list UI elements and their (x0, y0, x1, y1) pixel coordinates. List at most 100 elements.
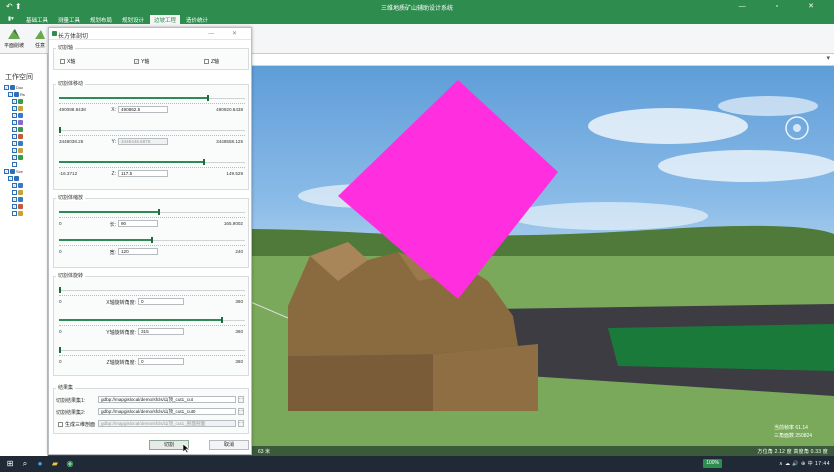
ribbon-tab-2[interactable]: 测量工具 (54, 15, 84, 24)
layer-icon (18, 155, 23, 160)
slider[interactable] (59, 209, 245, 215)
dialog-title-bar[interactable]: 长方体剖切 — ✕ (49, 28, 251, 40)
slider-max: 490920.8438 (216, 107, 243, 112)
tree-checkbox[interactable] (12, 134, 17, 139)
browser-icon[interactable]: ● (35, 459, 45, 469)
tree-row[interactable] (4, 203, 25, 210)
tree-row[interactable] (4, 105, 25, 112)
slider-value-input[interactable]: 0 (138, 358, 184, 365)
tree-row[interactable] (4, 154, 25, 161)
tree-checkbox[interactable] (12, 113, 17, 118)
profile-checkbox[interactable] (58, 422, 63, 427)
ribbon-tab-0[interactable]: ▮▾ (4, 15, 18, 24)
slider-value-input: 3448446.6875 (118, 138, 168, 145)
cancel-button[interactable]: 取消 (209, 440, 249, 450)
axis-checkbox[interactable] (60, 59, 65, 64)
tree-row[interactable] (4, 140, 25, 147)
slider[interactable] (59, 127, 245, 133)
ribbon-tab-1[interactable]: 基础工具 (22, 15, 52, 24)
slider[interactable] (59, 159, 245, 165)
tree-row[interactable] (4, 147, 25, 154)
dialog-controls[interactable]: — ✕ (208, 30, 245, 37)
generate-profile-checkbox[interactable]: 生成三维剖面 (58, 421, 95, 428)
axis-option-1[interactable]: ✓ Y轴 (134, 58, 149, 65)
chevron-down-icon[interactable]: ▾ (826, 54, 830, 62)
slider-value-input[interactable]: 490862.5 (118, 106, 168, 113)
tree-checkbox[interactable] (8, 176, 13, 181)
browse-button[interactable]: ··· (238, 408, 244, 415)
slider-value-input[interactable]: 117.5 (118, 170, 168, 177)
slider[interactable] (59, 287, 245, 293)
slider-thumb[interactable] (59, 347, 61, 353)
window-controls[interactable]: — ▫ ✕ (739, 2, 828, 10)
folder-icon[interactable]: ▰ (50, 459, 60, 469)
tree-checkbox[interactable] (12, 106, 17, 111)
slider-thumb[interactable] (220, 317, 223, 323)
tree-checkbox[interactable] (12, 141, 17, 146)
tree-row[interactable] (4, 161, 25, 168)
battery-badge[interactable]: 100% (703, 459, 722, 468)
tree-checkbox[interactable] (12, 162, 17, 167)
tree-checkbox[interactable] (12, 99, 17, 104)
slider-value-input[interactable]: 90 (118, 220, 158, 227)
slider-value-input[interactable]: 0 (138, 298, 184, 305)
result-path-input[interactable]: gdbp://mapgislocal/demo/sfcls/山顶_cut1_cu… (98, 408, 236, 415)
tree-row[interactable] (4, 196, 25, 203)
slider-thumb[interactable] (59, 287, 61, 293)
tree-checkbox[interactable] (12, 197, 17, 202)
axis-option-0[interactable]: X轴 (60, 58, 75, 65)
tree-row[interactable] (4, 98, 25, 105)
slider[interactable] (59, 317, 245, 323)
tree-row[interactable] (4, 112, 25, 119)
axis-option-2[interactable]: Z轴 (204, 58, 219, 65)
tree-checkbox[interactable] (12, 190, 17, 195)
tree-row[interactable] (4, 126, 25, 133)
axis-checkbox[interactable] (204, 59, 209, 64)
tree-row[interactable]: Doc (4, 84, 25, 91)
slider-thumb[interactable] (151, 237, 153, 243)
tree-checkbox[interactable] (4, 169, 9, 174)
tree-checkbox[interactable] (12, 204, 17, 209)
tree-checkbox[interactable] (12, 211, 17, 216)
browse-button[interactable]: ··· (238, 420, 244, 427)
tree-checkbox[interactable] (12, 148, 17, 153)
slider[interactable] (59, 237, 245, 243)
slider-value-input[interactable]: 120 (118, 248, 158, 255)
ribbon-tab-4[interactable]: 规划设计 (118, 15, 148, 24)
layer-icon (14, 92, 19, 97)
browse-button[interactable]: ··· (238, 396, 244, 403)
slider[interactable] (59, 347, 245, 353)
slider[interactable] (59, 95, 245, 101)
tree-checkbox[interactable] (12, 183, 17, 188)
slider-ticks (59, 167, 245, 169)
slider-thumb[interactable] (158, 209, 161, 215)
tree-row[interactable]: Sce (4, 168, 25, 175)
tree-row[interactable] (4, 133, 25, 140)
start-icon[interactable]: ⊞ (5, 459, 15, 469)
slider-value-input[interactable]: 315 (138, 328, 184, 335)
tree-checkbox[interactable] (4, 85, 9, 90)
tree-checkbox[interactable] (12, 155, 17, 160)
tree-checkbox[interactable] (12, 120, 17, 125)
app-icon[interactable]: ◉ (65, 459, 75, 469)
tree-row[interactable] (4, 175, 25, 182)
ribbon-tab-3[interactable]: 规划布局 (86, 15, 116, 24)
tree-row[interactable] (4, 210, 25, 217)
slider-thumb[interactable] (206, 95, 209, 101)
tree-checkbox[interactable] (8, 92, 13, 97)
slider-thumb[interactable] (59, 127, 61, 133)
tree-row[interactable]: Rs (4, 91, 25, 98)
title-bar: ↶ ⬆ 三维地质矿山辅助设计系统 — ▫ ✕ (0, 0, 834, 14)
tree-row[interactable] (4, 182, 25, 189)
tree-checkbox[interactable] (12, 127, 17, 132)
result-path-input[interactable]: gdbp://mapgislocal/demo/sfcls/山顶_cut1_cu… (98, 396, 236, 403)
tree-row[interactable] (4, 119, 25, 126)
slope-cut-button[interactable]: 平面削坡 (2, 28, 26, 52)
search-icon[interactable]: ⌕ (20, 459, 30, 469)
system-tray[interactable]: ∧ ☁ 🔊 ⊕ 中 17:44 (779, 460, 830, 467)
slider-thumb[interactable] (203, 159, 206, 165)
tree-row[interactable] (4, 189, 25, 196)
axis-checkbox[interactable]: ✓ (134, 59, 139, 64)
ribbon-tab-6[interactable]: 造价统计 (182, 15, 212, 24)
ribbon-tab-5[interactable]: 边坡工程 (150, 15, 181, 24)
